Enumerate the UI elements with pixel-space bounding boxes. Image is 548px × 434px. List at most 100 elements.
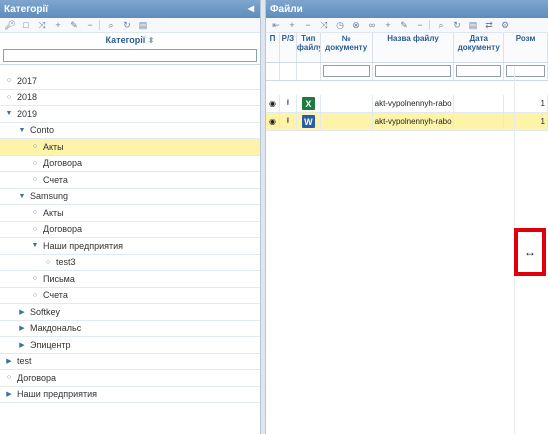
tree-node[interactable]: ○ Счета bbox=[0, 172, 260, 189]
upload-cell: ⭱ bbox=[280, 95, 297, 112]
search-icon[interactable]: ⌕ bbox=[434, 19, 448, 32]
expand-down-icon[interactable]: ▼ bbox=[5, 110, 13, 117]
collapse-panel-icon[interactable]: ◀ bbox=[246, 4, 256, 14]
refresh-icon[interactable]: ↻ bbox=[450, 19, 464, 32]
tree-node-label: Счета bbox=[43, 290, 68, 301]
expand-right-icon[interactable]: ▶ bbox=[5, 357, 13, 365]
resize-cursor-icon[interactable]: ↔ bbox=[514, 228, 546, 276]
table-row[interactable]: ◉ ⭱ Wakt-vypolnennyh-rabo 1 bbox=[266, 113, 548, 131]
expand-down-icon[interactable]: ▼ bbox=[18, 127, 26, 134]
tree-node[interactable]: ▶ Макдональс bbox=[0, 321, 260, 337]
tree-node[interactable]: ○ 2018 bbox=[0, 90, 260, 106]
categories-tree: ○ 2017 ○ 2018 ▼ 2019 ▼ Conto ○ Акты ○ Договора ○ Счет… bbox=[0, 73, 260, 403]
tree-node-label: 2018 bbox=[17, 92, 38, 103]
tree-node[interactable]: ○ Письма bbox=[0, 271, 260, 288]
upload-icon[interactable]: ⭱ bbox=[287, 97, 290, 111]
view-icon[interactable]: ◉ bbox=[269, 117, 276, 126]
tree-node[interactable]: ○ Договора bbox=[0, 156, 260, 172]
leaf-node-icon: ○ bbox=[32, 291, 38, 299]
column-header-doc-date[interactable]: Дата документу bbox=[454, 33, 505, 62]
tree-node-label: test3 bbox=[56, 257, 76, 268]
shuffle-icon[interactable]: ⤨ bbox=[317, 19, 331, 32]
tree-node[interactable]: ▼ Наши предприятия bbox=[0, 238, 260, 255]
edit-icon[interactable]: ✎ bbox=[67, 19, 81, 32]
doc-number-cell bbox=[321, 95, 373, 112]
add-icon[interactable]: + bbox=[285, 19, 299, 32]
column-header-file-type[interactable]: Тип файлу bbox=[297, 33, 321, 62]
trash-icon[interactable]: ▤ bbox=[466, 19, 480, 32]
link-icon[interactable]: ∞ bbox=[365, 19, 379, 32]
doc-date-filter[interactable] bbox=[456, 65, 502, 77]
tree-node[interactable]: ○ Счета bbox=[0, 288, 260, 304]
column-header-doc-number[interactable]: № документу bbox=[321, 33, 373, 62]
tree-node[interactable]: ○ Акты bbox=[0, 205, 260, 222]
doc-number-cell bbox=[321, 113, 373, 130]
edit-icon[interactable]: ✎ bbox=[397, 19, 411, 32]
file-name-filter[interactable] bbox=[374, 65, 452, 77]
cancel-icon[interactable]: ⊗ bbox=[349, 19, 363, 32]
folder-icon[interactable]: □ bbox=[19, 19, 33, 32]
excel-file-icon[interactable]: X bbox=[301, 97, 315, 110]
column-header-file-name[interactable]: Назва файлу bbox=[373, 33, 455, 62]
tree-node[interactable]: ○ 2017 bbox=[0, 73, 260, 90]
column-header-p[interactable]: П bbox=[266, 33, 280, 62]
leaf-node-icon: ○ bbox=[6, 374, 12, 382]
tree-node-label: 2019 bbox=[17, 108, 38, 119]
search-icon[interactable]: ⌕ bbox=[104, 19, 118, 32]
file-type-cell: X bbox=[297, 95, 321, 112]
remove-icon[interactable]: − bbox=[301, 19, 315, 32]
tree-node-label: Договора bbox=[43, 158, 82, 169]
tree-node[interactable]: ▶ Наши предприятия bbox=[0, 387, 260, 403]
delete-icon[interactable]: − bbox=[413, 19, 427, 32]
tree-node[interactable]: ▼ Conto bbox=[0, 123, 260, 139]
trash-icon[interactable]: ▤ bbox=[136, 19, 150, 32]
column-header-rz[interactable]: Р/З bbox=[280, 33, 297, 62]
tree-node[interactable]: ○ test3 bbox=[0, 255, 260, 271]
files-table-body: ◉ ⭱ Xakt-vypolnennyh-rabo 1 ◉ ⭱ Wakt-vypolnenn… bbox=[266, 95, 548, 131]
size-filter[interactable] bbox=[506, 65, 545, 77]
settings-icon[interactable]: ⚙ bbox=[498, 19, 512, 32]
delete-icon[interactable]: − bbox=[83, 19, 97, 32]
sync-icon[interactable]: ⇄ bbox=[482, 19, 496, 32]
doc-date-cell bbox=[454, 95, 505, 112]
toolbar-separator bbox=[99, 20, 102, 30]
tree-node-label: Макдональс bbox=[30, 323, 82, 334]
column-header-size[interactable]: Розм bbox=[504, 33, 548, 62]
shuffle-icon[interactable]: ⤨ bbox=[35, 19, 49, 32]
tree-node[interactable]: ○ Договора bbox=[0, 370, 260, 387]
categories-toolbar: 🔑︎ □ ⤨ + ✎ − ⌕ ↻ ▤ bbox=[0, 18, 260, 33]
view-icon[interactable]: ◉ bbox=[269, 99, 276, 108]
expand-right-icon[interactable]: ▶ bbox=[18, 341, 26, 349]
file-name-cell: akt-vypolnennyh-rabo bbox=[373, 113, 455, 130]
refresh-icon[interactable]: ↻ bbox=[120, 19, 134, 32]
upload-icon[interactable]: ⭱ bbox=[287, 115, 290, 129]
doc-number-filter[interactable] bbox=[322, 65, 370, 77]
toolbar-separator bbox=[429, 20, 432, 30]
expand-right-icon[interactable]: ▶ bbox=[18, 324, 26, 332]
categories-filter-input[interactable] bbox=[3, 49, 257, 62]
tree-node-label: Наши предприятия bbox=[17, 389, 97, 400]
word-file-icon[interactable]: W bbox=[301, 115, 315, 128]
add-file-icon[interactable]: + bbox=[381, 19, 395, 32]
tree-node-label: Softkey bbox=[30, 306, 61, 317]
key-icon[interactable]: 🔑︎ bbox=[3, 19, 17, 32]
expand-right-icon[interactable]: ▶ bbox=[18, 308, 26, 316]
tree-node-label: Договора bbox=[17, 372, 56, 383]
categories-column-header[interactable]: Категорії ⬍ bbox=[0, 33, 260, 47]
tree-node-label: Conto bbox=[30, 125, 55, 136]
tree-node[interactable]: ▶ Softkey bbox=[0, 304, 260, 321]
expand-down-icon[interactable]: ▼ bbox=[18, 193, 26, 200]
tree-node[interactable]: ○ Договора bbox=[0, 222, 260, 238]
expand-right-icon[interactable]: ▶ bbox=[5, 390, 13, 398]
tree-node[interactable]: ▶ Эпицентр bbox=[0, 337, 260, 354]
tree-node[interactable]: ▼ 2019 bbox=[0, 106, 260, 123]
view-cell: ◉ bbox=[266, 113, 280, 130]
tree-node[interactable]: ▶ test bbox=[0, 354, 260, 370]
move-icon[interactable]: ⇤ bbox=[269, 19, 283, 32]
clock-icon[interactable]: ◷ bbox=[333, 19, 347, 32]
tree-node[interactable]: ○ Акты bbox=[0, 139, 260, 156]
expand-down-icon[interactable]: ▼ bbox=[31, 242, 39, 249]
tree-node[interactable]: ▼ Samsung bbox=[0, 189, 260, 205]
add-icon[interactable]: + bbox=[51, 19, 65, 32]
table-row[interactable]: ◉ ⭱ Xakt-vypolnennyh-rabo 1 bbox=[266, 95, 548, 113]
